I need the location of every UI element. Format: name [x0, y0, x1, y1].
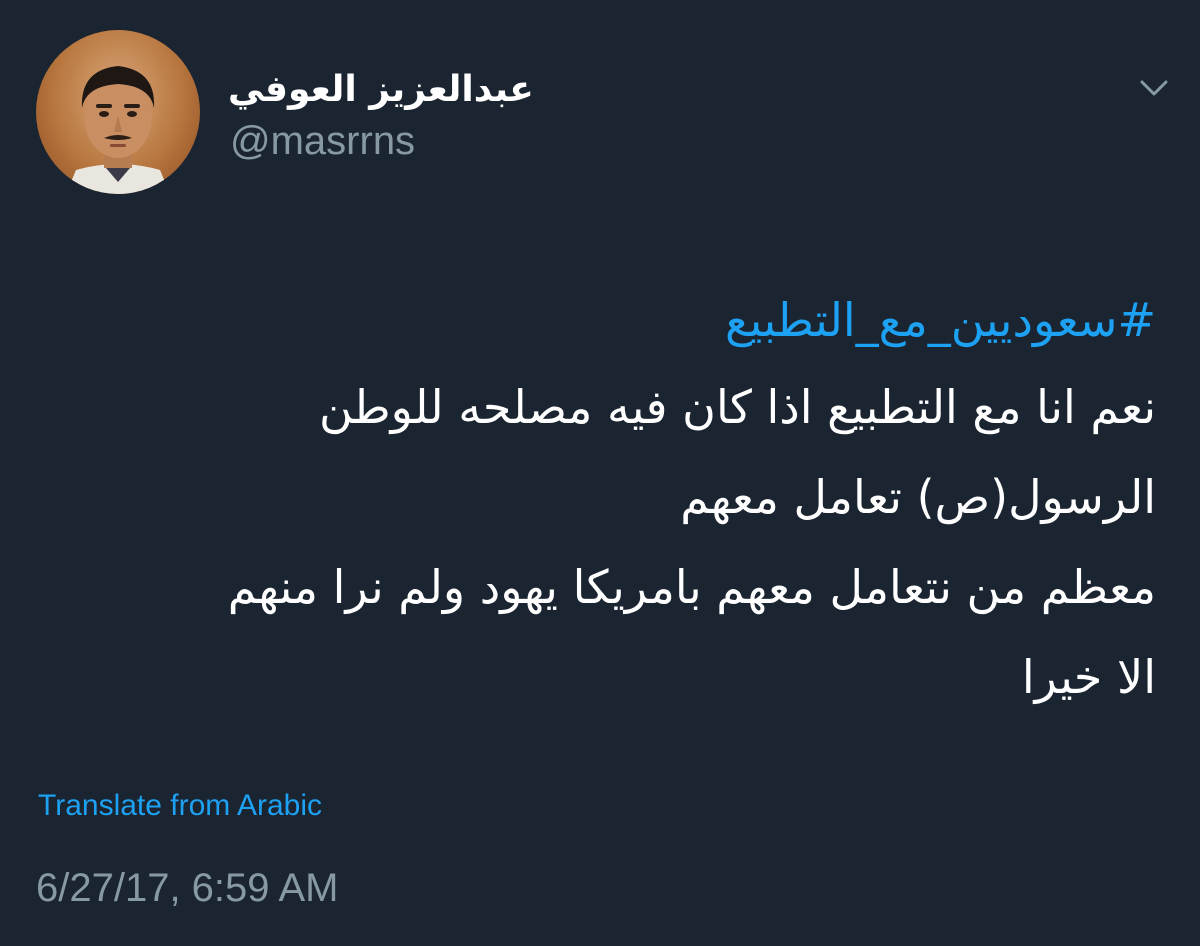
author-handle[interactable]: @masrrns — [230, 118, 415, 164]
tweet-text: #سعوديين_مع_التطبيع نعم انا مع التطبيع ا… — [36, 278, 1156, 722]
tweet-timestamp[interactable]: 6/27/17, 6:59 AM — [36, 864, 338, 912]
avatar[interactable] — [36, 30, 200, 194]
tweet-card: عبدالعزيز العوفي @masrrns #سعوديين_مع_ال… — [0, 0, 1200, 946]
translate-link[interactable]: Translate from Arabic — [38, 786, 322, 826]
profile-photo-icon — [66, 66, 170, 194]
tweet-line-1: نعم انا مع التطبيع اذا كان فيه مصلحه للو… — [319, 380, 1156, 434]
author-name[interactable]: عبدالعزيز العوفي — [228, 70, 534, 110]
tweet-line-2: الرسول(ص) تعامل معهم — [680, 470, 1156, 524]
chevron-down-icon[interactable] — [1136, 70, 1172, 106]
tweet-line-4: الا خيرا — [1021, 650, 1156, 704]
hashtag-link[interactable]: #سعوديين_مع_التطبيع — [36, 278, 1156, 362]
tweet-line-3: معظم من نتعامل معهم بامريكا يهود ولم نرا… — [227, 560, 1156, 614]
